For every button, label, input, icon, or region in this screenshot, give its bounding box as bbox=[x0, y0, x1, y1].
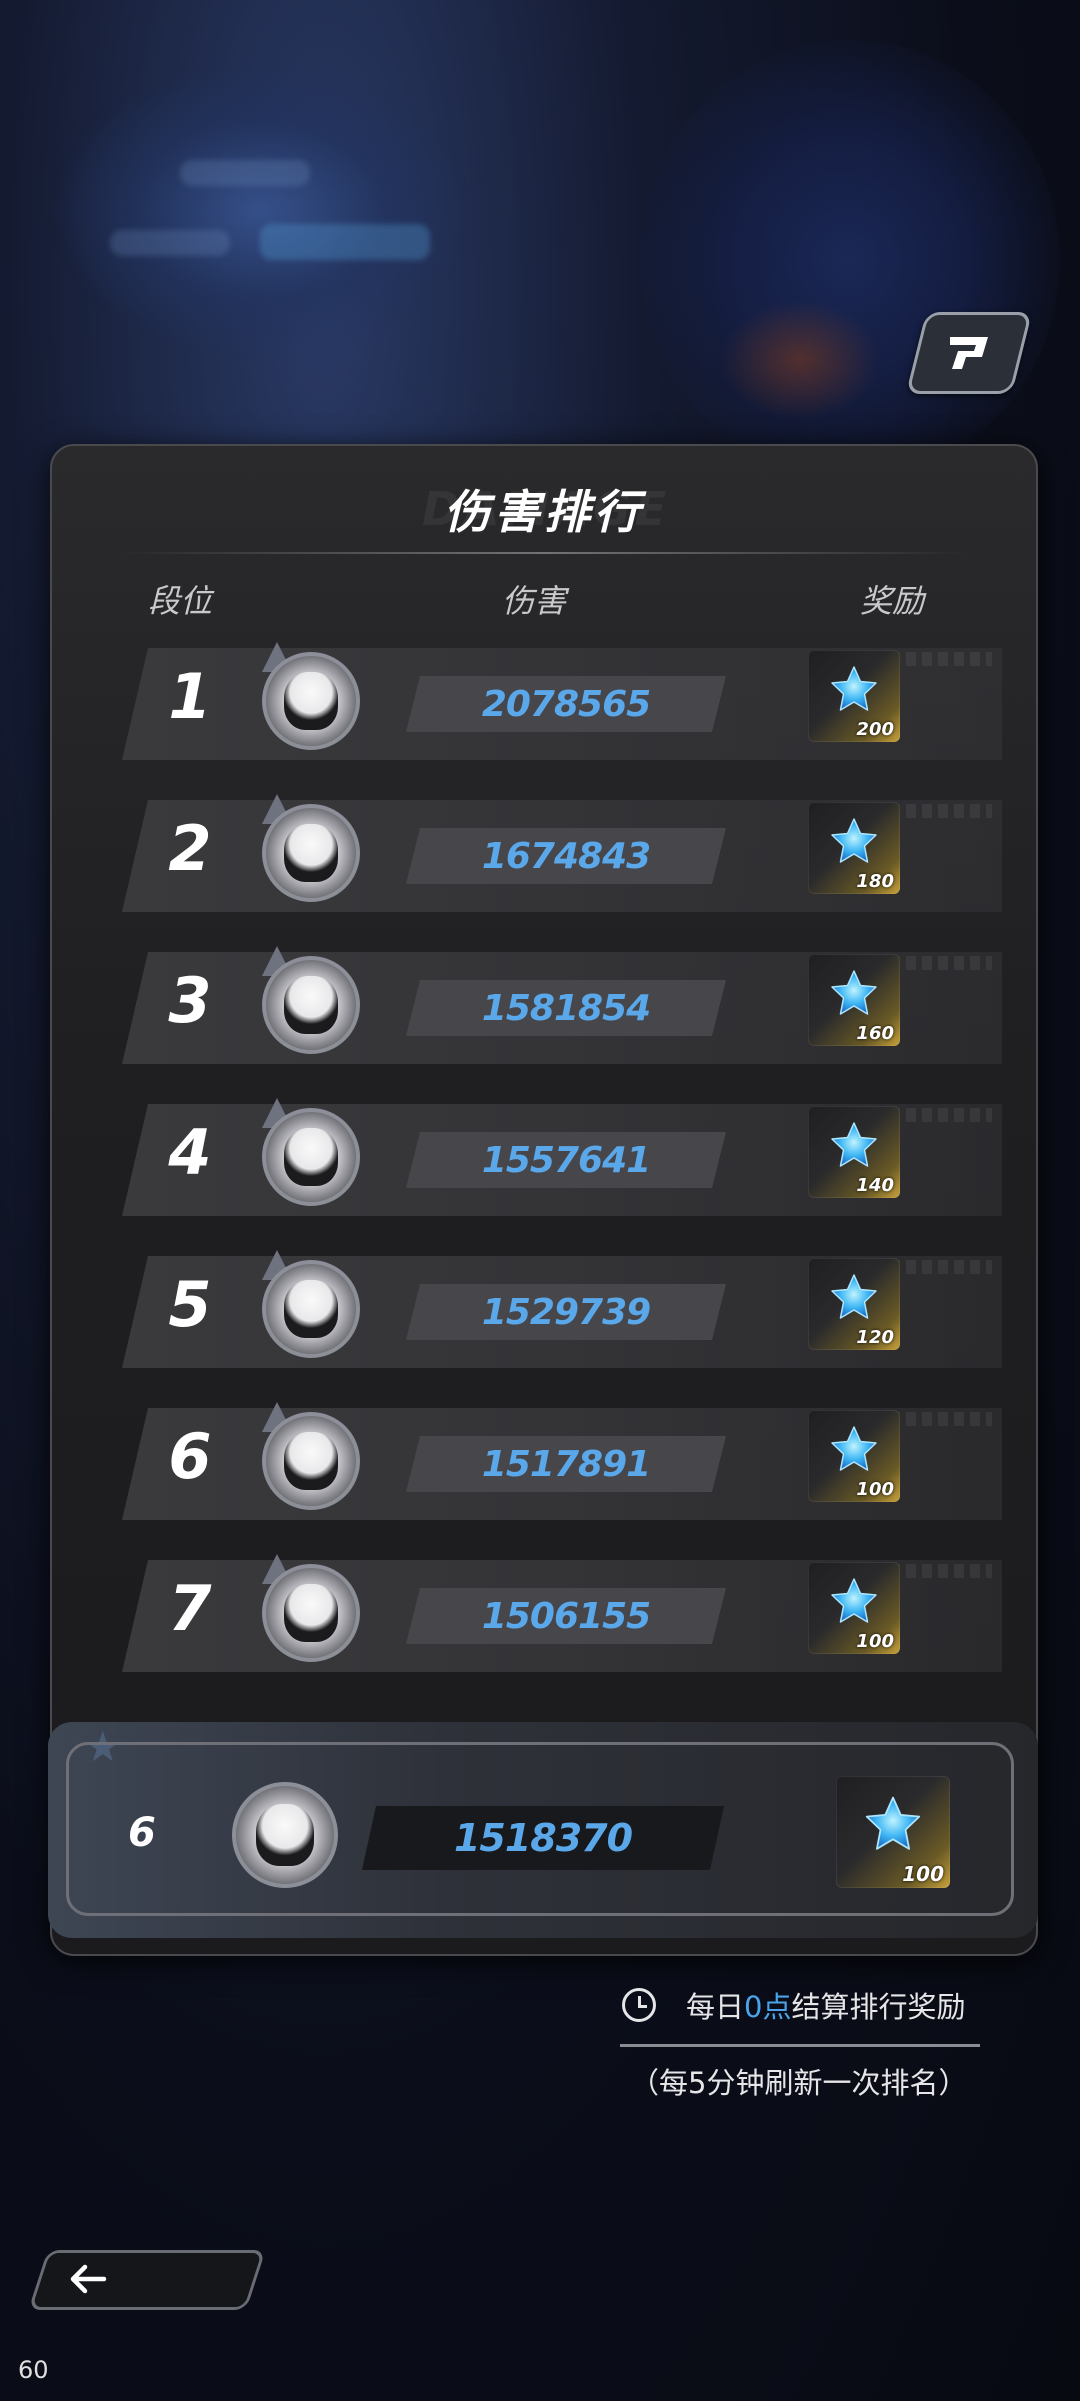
reward-item[interactable]: 120 bbox=[808, 1258, 900, 1350]
ranking-row: 1 2078565 200 bbox=[122, 642, 1022, 762]
reward-quantity: 120 bbox=[856, 1327, 894, 1348]
avatar[interactable] bbox=[262, 1108, 360, 1206]
column-header-damage: 伤害 bbox=[502, 582, 567, 620]
reward-quantity: 100 bbox=[856, 1631, 894, 1652]
background-blur bbox=[640, 40, 1060, 480]
settlement-info: 每日 0点 结算排行奖励 bbox=[620, 1980, 980, 2030]
avatar[interactable] bbox=[262, 804, 360, 902]
info-highlight-time: 0点 bbox=[744, 1990, 792, 2024]
avatar[interactable] bbox=[262, 1412, 360, 1510]
rank-number: 2 bbox=[168, 812, 212, 885]
damage-value: 1506155 bbox=[406, 1588, 726, 1644]
blue-star-icon bbox=[831, 1426, 877, 1471]
reward-item[interactable]: 140 bbox=[808, 1106, 900, 1198]
clock-icon bbox=[622, 1988, 656, 2022]
fps-counter: 60 bbox=[18, 2356, 49, 2384]
ranking-row: 3 1581854 160 bbox=[122, 946, 1022, 1066]
reward-item[interactable]: 180 bbox=[808, 802, 900, 894]
share-icon bbox=[950, 337, 988, 369]
blue-star-icon bbox=[831, 970, 877, 1015]
rank-number: 6 bbox=[168, 1420, 212, 1493]
damage-value: 1581854 bbox=[406, 980, 726, 1036]
back-button[interactable] bbox=[28, 2250, 266, 2310]
share-button[interactable] bbox=[905, 312, 1033, 394]
panel-title: 伤害排行 bbox=[444, 485, 644, 539]
info-underline bbox=[620, 2044, 980, 2047]
reward-quantity: 200 bbox=[856, 719, 894, 740]
back-arrow-icon bbox=[70, 2264, 107, 2294]
column-header-rank: 段位 bbox=[148, 582, 213, 620]
reward-item[interactable]: 100 bbox=[808, 1562, 900, 1654]
reward-item[interactable]: 160 bbox=[808, 954, 900, 1046]
background-blur bbox=[260, 224, 430, 260]
reward-quantity: 140 bbox=[856, 1175, 894, 1196]
damage-value: 1517891 bbox=[406, 1436, 726, 1492]
my-reward-quantity: 100 bbox=[902, 1862, 944, 1886]
my-reward-item[interactable]: 100 bbox=[836, 1776, 950, 1888]
damage-value: 2078565 bbox=[406, 676, 726, 732]
my-damage-value: 1518370 bbox=[362, 1806, 724, 1870]
rank-number: 4 bbox=[168, 1116, 212, 1189]
ranking-row: 2 1674843 180 bbox=[122, 794, 1022, 914]
reward-quantity: 180 bbox=[856, 871, 894, 892]
reward-quantity: 100 bbox=[856, 1479, 894, 1500]
blue-star-icon bbox=[831, 1578, 877, 1623]
rank-number: 3 bbox=[168, 964, 212, 1037]
avatar[interactable] bbox=[262, 1260, 360, 1358]
blue-star-icon bbox=[831, 818, 877, 863]
damage-value: 1529739 bbox=[406, 1284, 726, 1340]
rank-number: 1 bbox=[168, 660, 212, 733]
avatar[interactable] bbox=[262, 1564, 360, 1662]
avatar[interactable] bbox=[262, 652, 360, 750]
avatar[interactable] bbox=[262, 956, 360, 1054]
background-blur bbox=[60, 70, 460, 350]
blue-star-icon bbox=[831, 666, 877, 711]
ranking-row: 7 1506155 100 bbox=[122, 1554, 1022, 1674]
rank-number: 5 bbox=[168, 1268, 212, 1341]
reward-item[interactable]: 200 bbox=[808, 650, 900, 742]
title-divider bbox=[122, 552, 966, 554]
blue-star-icon bbox=[865, 1796, 921, 1850]
ranking-row: 6 1517891 100 bbox=[122, 1402, 1022, 1522]
damage-value: 1674843 bbox=[406, 828, 726, 884]
reward-quantity: 160 bbox=[856, 1023, 894, 1044]
blue-star-icon bbox=[831, 1274, 877, 1319]
my-rank-number: 6 bbox=[128, 1810, 156, 1856]
background-blur bbox=[180, 160, 310, 186]
column-header-reward: 奖励 bbox=[860, 582, 925, 620]
background-blur bbox=[720, 300, 880, 420]
avatar bbox=[232, 1782, 338, 1888]
refresh-info: （每5分钟刷新一次排名） bbox=[630, 2066, 968, 2100]
rank-number: 7 bbox=[168, 1572, 212, 1645]
info-prefix: 每日 bbox=[686, 1990, 745, 2024]
background-blur bbox=[110, 230, 230, 256]
info-suffix: 结算排行奖励 bbox=[791, 1990, 966, 2024]
reward-item[interactable]: 100 bbox=[808, 1410, 900, 1502]
ranking-row: 4 1557641 140 bbox=[122, 1098, 1022, 1218]
damage-value: 1557641 bbox=[406, 1132, 726, 1188]
ranking-row: 5 1529739 120 bbox=[122, 1250, 1022, 1370]
blue-star-icon bbox=[831, 1122, 877, 1167]
